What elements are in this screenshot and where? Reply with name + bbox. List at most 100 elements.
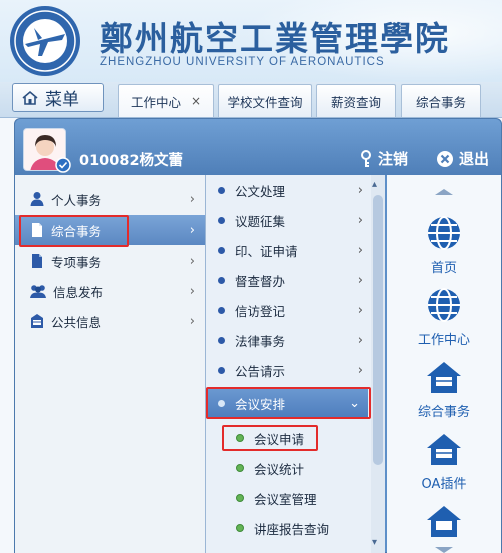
globe-icon xyxy=(428,288,460,322)
menu-item-label: 专项事务 xyxy=(51,254,102,270)
submenu-item-label: 会议统计 xyxy=(254,461,305,477)
bullet-icon xyxy=(218,216,225,224)
menu-popup: 010082杨文蕾 注销 退出 个人事务 › 综合事务 › 专项事务 › 信息发… xyxy=(14,118,502,553)
menu-item-info-publish[interactable]: 信息发布 › xyxy=(15,276,205,306)
menu-item-personal-affairs[interactable]: 个人事务 › xyxy=(15,184,205,214)
quick-link-label: OA插件 xyxy=(421,477,467,492)
highlight-box xyxy=(206,387,371,419)
menu-item-label: 议题征集 xyxy=(235,213,286,229)
menu-item-label: 督查督办 xyxy=(235,273,286,289)
submenu-item-lecture-query[interactable]: 讲座报告查询 xyxy=(220,513,370,543)
tab-general-affairs[interactable]: 综合事务 xyxy=(401,84,481,117)
tab-label: 学校文件查询 xyxy=(227,94,303,110)
menu-item-supervision[interactable]: 督查督办 › xyxy=(206,265,371,295)
menu-scrollbar[interactable]: ▴ ▾ xyxy=(371,175,385,553)
quick-link-label: 首页 xyxy=(430,261,457,276)
highlight-box xyxy=(222,425,318,451)
highlight-box xyxy=(19,215,129,247)
tab-work-center[interactable]: 工作中心 × xyxy=(118,84,214,117)
chevron-right-icon: › xyxy=(357,182,363,198)
bullet-icon xyxy=(236,464,244,472)
quick-link-home[interactable]: 首页 xyxy=(387,213,501,276)
menu-level-2: 公文处理 › 议题征集 › 印、证申请 › 督查督办 › 信访登记 › 法律事务… xyxy=(205,175,385,553)
house-icon xyxy=(427,362,461,393)
bullet-icon xyxy=(218,246,225,254)
scroll-down-icon[interactable] xyxy=(435,547,453,553)
exit-button[interactable]: 退出 xyxy=(436,148,489,169)
tab-bar: 菜单 工作中心 × 学校文件查询 薪资查询 综合事务 xyxy=(0,82,502,118)
bullet-icon xyxy=(218,276,225,284)
close-icon[interactable]: × xyxy=(191,94,201,108)
menu-level-1: 个人事务 › 综合事务 › 专项事务 › 信息发布 › 公共信息 › xyxy=(15,175,205,553)
menu-item-seal-application[interactable]: 印、证申请 › xyxy=(206,235,371,265)
menu-item-public-info[interactable]: 公共信息 › xyxy=(15,306,205,336)
bullet-icon xyxy=(236,524,244,532)
house-icon xyxy=(427,506,461,537)
scroll-up-icon[interactable] xyxy=(435,189,453,195)
menu-item-special-affairs[interactable]: 专项事务 › xyxy=(15,246,205,276)
quick-links-panel: 首页 工作中心 综合事务 OA插件 xyxy=(387,175,501,553)
chevron-right-icon: › xyxy=(357,272,363,288)
bullet-icon xyxy=(218,336,225,344)
header-banner: 鄭州航空工業管理學院 ZHENGZHOU UNIVERSITY OF AERON… xyxy=(0,0,502,82)
quick-link-label: 综合事务 xyxy=(417,405,470,420)
house-icon xyxy=(427,434,461,465)
chevron-right-icon: › xyxy=(357,212,363,228)
home-icon xyxy=(22,90,38,105)
menu-item-label: 印、证申请 xyxy=(235,243,298,259)
chevron-right-icon: › xyxy=(357,362,363,378)
scroll-down-icon[interactable]: ▾ xyxy=(372,537,377,548)
submenu-item-label: 会议室管理 xyxy=(254,491,317,507)
inbox-icon xyxy=(31,314,43,328)
university-name-cn: 鄭州航空工業管理學院 xyxy=(100,19,450,58)
verified-icon xyxy=(55,157,71,173)
menu-item-label: 个人事务 xyxy=(51,192,102,208)
chevron-right-icon: › xyxy=(189,313,195,329)
bullet-icon xyxy=(218,306,225,314)
quick-link-work-center[interactable]: 工作中心 xyxy=(387,285,501,348)
university-logo xyxy=(10,6,80,76)
menu-item-document-processing[interactable]: 公文处理 › xyxy=(206,175,371,205)
key-icon xyxy=(361,149,371,167)
quick-link-label: 工作中心 xyxy=(417,333,470,348)
chevron-right-icon: › xyxy=(357,242,363,258)
menu-item-topic-collection[interactable]: 议题征集 › xyxy=(206,205,371,235)
chevron-right-icon: › xyxy=(189,191,195,207)
username: 010082杨文蕾 xyxy=(79,153,184,169)
menu-item-label: 公共信息 xyxy=(51,314,102,330)
tab-label: 综合事务 xyxy=(415,94,466,110)
quick-link-more[interactable] xyxy=(387,501,501,541)
menu-item-legal-affairs[interactable]: 法律事务 › xyxy=(206,325,371,355)
tab-school-files[interactable]: 学校文件查询 xyxy=(218,84,312,117)
submenu-item-label: 讲座报告查询 xyxy=(254,521,330,537)
group-icon xyxy=(30,285,46,298)
menu-item-announcement[interactable]: 公告请示 › xyxy=(206,355,371,385)
globe-icon xyxy=(428,216,460,250)
scroll-up-icon[interactable]: ▴ xyxy=(372,179,377,190)
tab-salary[interactable]: 薪资查询 xyxy=(316,84,396,117)
menu-item-label: 公文处理 xyxy=(235,183,286,199)
exit-label: 退出 xyxy=(459,150,490,168)
user-bar: 010082杨文蕾 注销 退出 xyxy=(15,119,501,175)
logout-button[interactable]: 注销 xyxy=(358,148,408,169)
chevron-right-icon: › xyxy=(357,332,363,348)
menu-item-label: 公告请示 xyxy=(235,363,286,379)
person-icon xyxy=(30,192,44,206)
tab-label: 薪资查询 xyxy=(330,94,381,110)
menu-button[interactable]: 菜单 xyxy=(12,83,104,112)
menu-item-label: 信息发布 xyxy=(53,284,104,300)
quick-link-oa-plugin[interactable]: OA插件 xyxy=(387,429,501,492)
bullet-icon xyxy=(236,494,244,502)
submenu-item-meeting-statistics[interactable]: 会议统计 xyxy=(220,453,370,483)
submenu-item-room-management[interactable]: 会议室管理 xyxy=(220,483,370,513)
scroll-thumb[interactable] xyxy=(373,195,383,465)
bullet-icon xyxy=(218,366,225,374)
tab-label: 工作中心 xyxy=(130,94,181,110)
chevron-right-icon: › xyxy=(357,302,363,318)
chevron-right-icon: › xyxy=(189,253,195,269)
logout-label: 注销 xyxy=(378,150,409,168)
university-name-en: ZHENGZHOU UNIVERSITY OF AERONAUTICS xyxy=(100,56,385,68)
menu-item-petition-register[interactable]: 信访登记 › xyxy=(206,295,371,325)
quick-link-general-affairs[interactable]: 综合事务 xyxy=(387,357,501,420)
file-icon xyxy=(32,254,42,268)
